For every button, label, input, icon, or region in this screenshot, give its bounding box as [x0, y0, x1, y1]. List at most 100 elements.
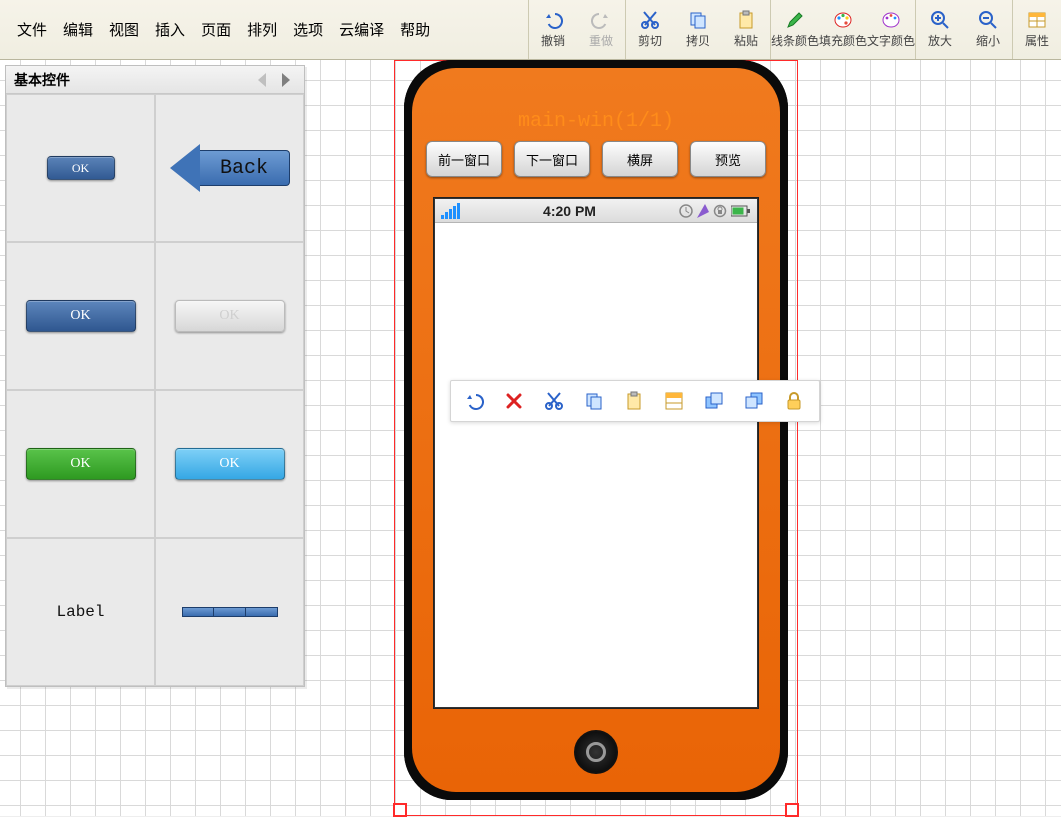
zoom-out-label: 缩小 [976, 32, 1000, 49]
palette-header: 基本控件 [6, 66, 304, 94]
status-bar: 4:20 PM [435, 199, 757, 223]
ctx-paste-icon[interactable] [623, 390, 645, 412]
widget-palette: 基本控件 OK Back OK [5, 65, 305, 687]
palette-nav [252, 69, 296, 91]
preview-button[interactable]: 预览 [690, 141, 766, 177]
widget-label[interactable]: Label [6, 538, 155, 686]
pencil-icon [785, 10, 805, 30]
ok-cyan-sample: OK [175, 448, 285, 480]
menu-insert[interactable]: 插入 [148, 13, 192, 46]
next-window-button[interactable]: 下一窗口 [514, 141, 590, 177]
phone-frame: main-win(1/1) 前一窗口 下一窗口 横屏 预览 4:20 PM [404, 60, 788, 800]
ok-small-sample: OK [47, 156, 115, 180]
stroke-color-label: 线条颜色 [771, 32, 819, 49]
widget-ok-green[interactable]: OK [6, 390, 155, 538]
resize-handle-br[interactable] [785, 803, 799, 817]
copy-icon [688, 10, 708, 30]
widget-ok-small[interactable]: OK [6, 94, 155, 242]
ctx-delete-icon[interactable] [503, 390, 525, 412]
ctx-lock-icon[interactable] [783, 390, 805, 412]
properties-button[interactable]: 属性 [1013, 0, 1061, 59]
signal-icon [441, 203, 460, 219]
zoom-out-icon [978, 10, 998, 30]
undo-label: 撤销 [541, 32, 565, 49]
menubar: 文件 编辑 视图 插入 页面 排列 选项 云编译 帮助 [0, 0, 447, 59]
toolbar: 撤销 重做 剪切 拷贝 [528, 0, 1061, 59]
segmented-sample [182, 607, 278, 617]
cut-label: 剪切 [638, 32, 662, 49]
fill-color-button[interactable]: 填充颜色 [819, 0, 867, 59]
battery-icon [731, 205, 751, 217]
paste-button[interactable]: 粘贴 [722, 0, 770, 59]
phone-window-title: main-win(1/1) [412, 110, 780, 133]
ok-gray-sample: OK [175, 300, 285, 332]
copy-button[interactable]: 拷贝 [674, 0, 722, 59]
menu-page[interactable]: 页面 [194, 13, 238, 46]
home-ring-icon [586, 742, 606, 762]
undo-icon [543, 10, 563, 30]
stroke-color-button[interactable]: 线条颜色 [771, 0, 819, 59]
resize-handle-bl[interactable] [393, 803, 407, 817]
fill-color-label: 填充颜色 [819, 32, 867, 49]
paste-label: 粘贴 [734, 32, 758, 49]
phone-selection[interactable]: main-win(1/1) 前一窗口 下一窗口 横屏 预览 4:20 PM [394, 60, 798, 816]
menu-options[interactable]: 选项 [286, 13, 330, 46]
back-arrow-label: Back [200, 150, 290, 186]
landscape-button[interactable]: 横屏 [602, 141, 678, 177]
ctx-send-back-icon[interactable] [743, 390, 765, 412]
copy-label: 拷贝 [686, 32, 710, 49]
text-palette-icon [881, 10, 901, 30]
redo-icon [591, 10, 611, 30]
context-toolbar [450, 380, 820, 422]
ctx-cut-icon[interactable] [543, 390, 565, 412]
props-label: 属性 [1025, 32, 1049, 49]
ctx-bring-front-icon[interactable] [703, 390, 725, 412]
topbar: 文件 编辑 视图 插入 页面 排列 选项 云编译 帮助 撤销 重做 [0, 0, 1061, 60]
ctx-copy-icon[interactable] [583, 390, 605, 412]
palette-title: 基本控件 [14, 70, 70, 90]
redo-button[interactable]: 重做 [577, 0, 625, 59]
menu-cloud[interactable]: 云编译 [332, 13, 391, 46]
ctx-select-all-icon[interactable] [663, 390, 685, 412]
widget-ok-blue[interactable]: OK [6, 242, 155, 390]
menu-file[interactable]: 文件 [10, 13, 54, 46]
lock-rotate-icon [713, 204, 727, 218]
undo-button[interactable]: 撤销 [529, 0, 577, 59]
palette-prev-icon[interactable] [252, 69, 274, 91]
widget-back-arrow[interactable]: Back [155, 94, 304, 242]
table-icon [1027, 10, 1047, 30]
location-icon [697, 204, 709, 218]
text-color-button[interactable]: 文字颜色 [867, 0, 915, 59]
design-canvas[interactable]: 基本控件 OK Back OK [0, 60, 1061, 816]
zoom-in-icon [930, 10, 950, 30]
zoom-out-button[interactable]: 缩小 [964, 0, 1012, 59]
scissors-icon [640, 10, 660, 30]
label-sample: Label [56, 603, 104, 621]
prev-window-button[interactable]: 前一窗口 [426, 141, 502, 177]
status-icons [679, 204, 751, 218]
cut-button[interactable]: 剪切 [626, 0, 674, 59]
text-color-label: 文字颜色 [867, 32, 915, 49]
widget-ok-gray[interactable]: OK [155, 242, 304, 390]
phone-control-bar: 前一窗口 下一窗口 横屏 预览 [412, 141, 780, 177]
zoom-in-label: 放大 [928, 32, 952, 49]
home-button[interactable] [574, 730, 618, 774]
phone-body: main-win(1/1) 前一窗口 下一窗口 横屏 预览 4:20 PM [412, 68, 780, 792]
zoom-in-button[interactable]: 放大 [916, 0, 964, 59]
ctx-undo-icon[interactable] [463, 390, 485, 412]
ok-blue-sample: OK [26, 300, 136, 332]
phone-screen[interactable]: 4:20 PM [434, 198, 758, 708]
palette-grid: OK Back OK OK OK OK Label [6, 94, 304, 686]
clipboard-icon [736, 10, 756, 30]
widget-ok-cyan[interactable]: OK [155, 390, 304, 538]
back-arrow-sample: Back [170, 144, 290, 192]
clock-icon [679, 204, 693, 218]
menu-help[interactable]: 帮助 [393, 13, 437, 46]
status-time: 4:20 PM [466, 203, 673, 219]
menu-arrange[interactable]: 排列 [240, 13, 284, 46]
menu-view[interactable]: 视图 [102, 13, 146, 46]
menu-edit[interactable]: 编辑 [56, 13, 100, 46]
redo-label: 重做 [589, 32, 613, 49]
palette-next-icon[interactable] [274, 69, 296, 91]
widget-segmented[interactable] [155, 538, 304, 686]
